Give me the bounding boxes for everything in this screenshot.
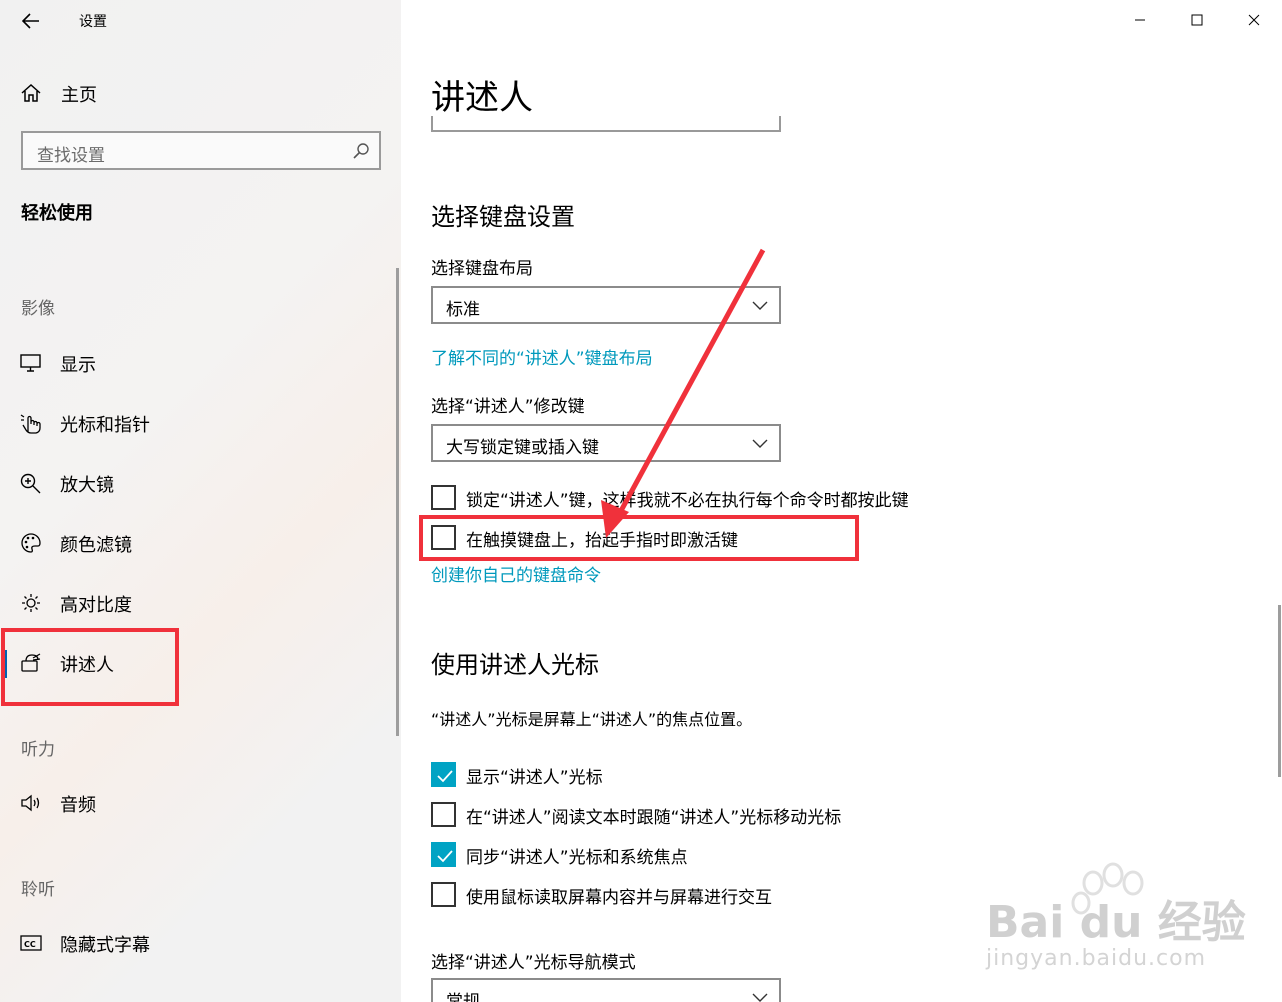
brightness-icon	[22, 594, 40, 612]
sidebar-scrollbar[interactable]	[396, 268, 399, 736]
search-placeholder: 查找设置	[37, 146, 105, 166]
group-label-hearing: 听力	[21, 740, 55, 760]
watermark-brand: Bai du 经验	[986, 897, 1246, 948]
sidebar-item-label: 显示	[60, 355, 96, 376]
sidebar-item-magnifier[interactable]: 放大镜	[0, 460, 400, 506]
group-label-listening: 聆听	[21, 880, 55, 900]
sidebar-item-label: 光标和指针	[60, 415, 150, 436]
home-icon	[21, 83, 41, 102]
section-title: 轻松使用	[21, 203, 93, 224]
sidebar-item-label: 隐藏式字幕	[60, 935, 150, 956]
sidebar-item-display[interactable]: 显示	[0, 340, 400, 386]
sidebar-item-audio[interactable]: 音频	[0, 780, 400, 826]
sidebar-item-label: 放大镜	[60, 475, 114, 496]
svg-text:CC: CC	[24, 940, 36, 949]
back-button[interactable]	[14, 6, 48, 36]
annotation-highlight-narrator	[1, 628, 179, 706]
palette-icon	[21, 533, 41, 553]
sidebar-item-label: 颜色滤镜	[60, 535, 132, 556]
search-input[interactable]: 查找设置	[21, 131, 381, 170]
magnifier-icon	[20, 473, 41, 494]
monitor-icon	[20, 354, 41, 372]
sidebar-item-color-filters[interactable]: 颜色滤镜	[0, 520, 400, 566]
sidebar-item-cursor[interactable]: 光标和指针	[0, 400, 400, 446]
app-title: 设置	[79, 14, 107, 30]
annotation-arrow	[601, 248, 766, 538]
speaker-icon	[21, 794, 40, 812]
sidebar-item-captions[interactable]: CC 隐藏式字幕	[0, 920, 400, 966]
sidebar-item-home[interactable]: 主页	[0, 72, 400, 112]
sidebar-item-label: 音频	[60, 795, 96, 816]
sidebar-item-label: 高对比度	[60, 595, 132, 616]
watermark-site: jingyan.baidu.com	[986, 946, 1207, 971]
back-arrow-icon	[22, 13, 39, 29]
main-content: 讲述人 选择键盘设置 选择键盘布局 标准 了解不同的“讲述人”键盘布局 选择“讲…	[401, 0, 1282, 1002]
group-label-vision: 影像	[21, 299, 55, 319]
pointer-icon	[20, 414, 41, 434]
captions-icon: CC	[20, 935, 42, 951]
sidebar-item-label: 主页	[61, 85, 97, 106]
sidebar: 设置 主页 查找设置 轻松使用 影像 显示 光标和指针 放大镜 颜色滤镜 高对比…	[0, 0, 401, 1002]
search-icon	[353, 143, 369, 159]
title-bar: 设置	[0, 0, 401, 44]
sidebar-item-high-contrast[interactable]: 高对比度	[0, 580, 400, 626]
